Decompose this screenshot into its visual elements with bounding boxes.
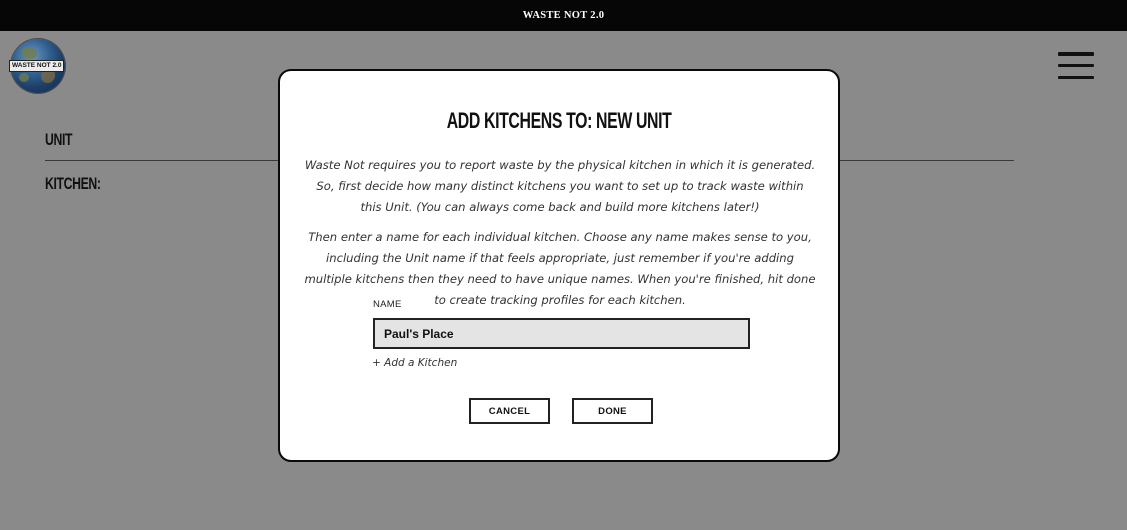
- instructions-paragraph-1: Waste Not requires you to report waste b…: [304, 158, 816, 214]
- globe-logo-icon[interactable]: WASTE NOT 2.0: [9, 39, 65, 93]
- kitchen-label: KITCHEN:: [45, 174, 101, 193]
- app-title: WASTE NOT 2.0: [522, 10, 605, 21]
- logo-land-shape: [21, 47, 37, 59]
- kitchen-name-label: NAME: [373, 299, 402, 310]
- kitchen-name-input[interactable]: [373, 318, 750, 349]
- add-kitchens-dialog: ADD KITCHENS TO: NEW UNIT Waste Not requ…: [278, 69, 840, 462]
- app-title-bar: WASTE NOT 2.0: [0, 0, 1127, 31]
- hamburger-menu-icon[interactable]: [1058, 52, 1094, 79]
- add-kitchen-link[interactable]: + Add a Kitchen: [372, 357, 457, 369]
- dialog-title: ADD KITCHENS TO: NEW UNIT: [280, 108, 838, 134]
- cancel-button[interactable]: CANCEL: [469, 398, 550, 424]
- done-button[interactable]: DONE: [572, 398, 653, 424]
- logo-land-shape: [19, 73, 29, 82]
- dialog-title-text: ADD KITCHENS TO: NEW UNIT: [446, 108, 672, 133]
- unit-label: UNIT: [45, 130, 73, 149]
- menu-bar: [1058, 63, 1094, 68]
- logo-text: WASTE NOT 2.0: [9, 60, 65, 72]
- menu-bar: [1058, 75, 1094, 79]
- menu-bar: [1058, 52, 1094, 56]
